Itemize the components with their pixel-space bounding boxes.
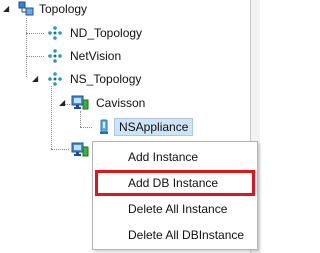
tree-node-label: Topology [39, 2, 88, 16]
menu-item-delete-all-dbinstance[interactable]: Delete All DBInstance [93, 222, 257, 248]
tree-node-cavisson[interactable]: ◢ Cavisson [0, 94, 160, 112]
tree-node-label: ND_Topology [70, 26, 143, 40]
menu-item-add-instance[interactable]: Add Instance [93, 144, 257, 170]
server-monitor-icon [71, 142, 89, 161]
tree-node-nsappliance[interactable]: NSAppliance [0, 118, 200, 136]
tree-node-netvision[interactable]: NetVision [0, 47, 140, 65]
tree-node-topology[interactable]: ◢ Topology [0, 0, 120, 18]
tree-node-label: NetVision [70, 49, 122, 63]
appliance-icon [96, 119, 112, 138]
network-node-icon [47, 25, 63, 44]
menu-item-delete-all-instance[interactable]: Delete All Instance [93, 196, 257, 222]
expand-collapse-icon[interactable]: ◢ [59, 99, 65, 107]
tree-node-label: Cavisson [96, 96, 146, 110]
tree-node-label: NS_Topology [70, 72, 142, 86]
expand-collapse-icon[interactable]: ◢ [3, 5, 9, 13]
tree-node-label: NSAppliance [114, 118, 194, 136]
server-monitor-icon [71, 95, 89, 114]
tree-node-nd-topology[interactable]: ND_Topology [0, 24, 160, 42]
tree-connector [51, 149, 69, 150]
tree-node-ns-topology[interactable]: ◢ NS_Topology [0, 70, 160, 88]
context-menu: Add Instance Add DB Instance Delete All … [92, 141, 258, 250]
network-node-icon [47, 48, 63, 67]
topology-icon [17, 1, 35, 20]
network-node-icon [47, 71, 63, 90]
menu-item-add-db-instance[interactable]: Add DB Instance [95, 170, 255, 196]
expand-collapse-icon[interactable]: ◢ [32, 75, 38, 83]
